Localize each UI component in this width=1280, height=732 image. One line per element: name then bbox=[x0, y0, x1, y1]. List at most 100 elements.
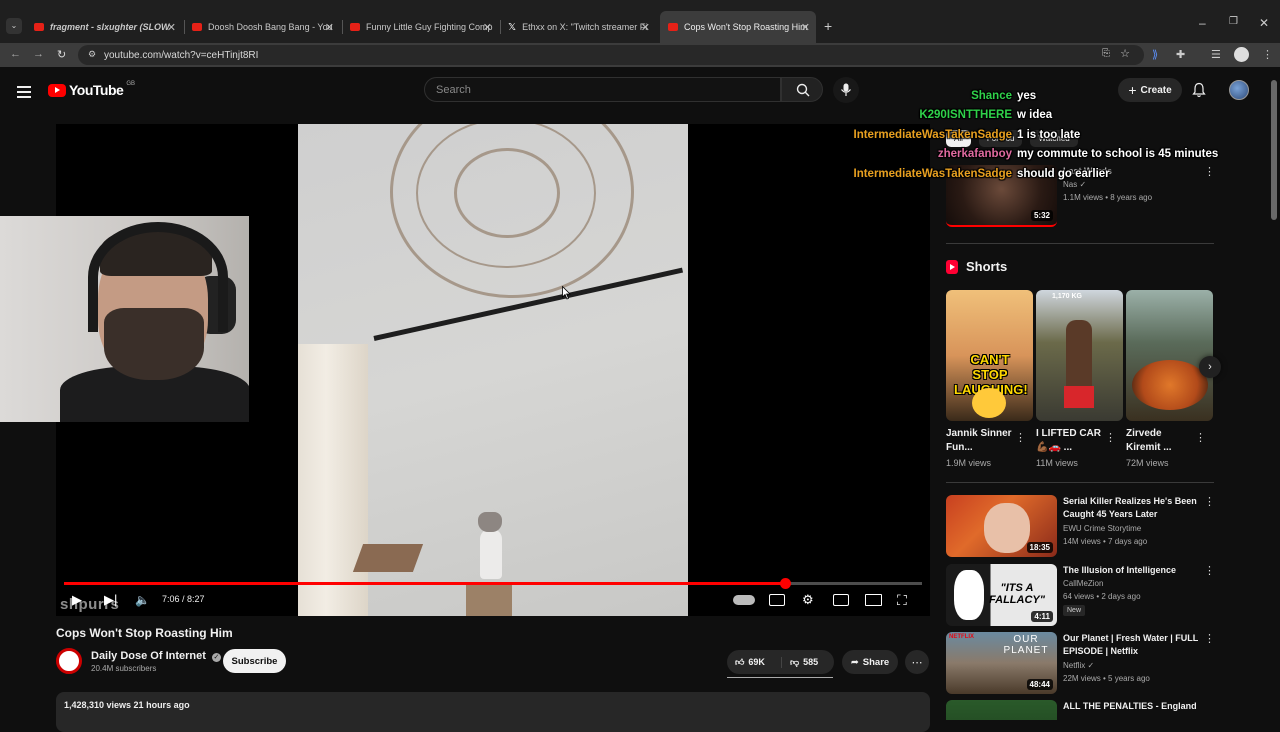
video-thumbnail[interactable]: OUR PLANET NETFLIX 48:44 bbox=[946, 632, 1057, 694]
window-close-icon[interactable]: ✕ bbox=[1259, 16, 1269, 30]
video-thumbnail[interactable]: 18:35 bbox=[946, 495, 1057, 557]
recommendation-item[interactable]: 18:35 Serial Killer Realizes He's Been C… bbox=[946, 495, 1215, 559]
site-info-icon[interactable]: ⚙ bbox=[88, 49, 96, 60]
dislike-button[interactable]: 👎︎ 585 bbox=[782, 657, 818, 668]
youtube-logo[interactable]: YouTube GB bbox=[48, 81, 135, 98]
search-input[interactable]: Search bbox=[424, 77, 781, 102]
back-icon[interactable]: ← bbox=[10, 48, 21, 60]
plus-icon: + bbox=[1128, 82, 1137, 98]
browser-tab[interactable]: Doosh Doosh Bang Bang - You ✕ bbox=[184, 14, 340, 40]
recommendation-channel[interactable]: EWU Crime Storytime bbox=[1063, 524, 1141, 533]
close-icon[interactable]: ✕ bbox=[483, 21, 492, 34]
next-icon[interactable]: ▶| bbox=[104, 592, 117, 608]
search-button[interactable] bbox=[781, 77, 823, 102]
more-vert-icon[interactable]: ⋮ bbox=[1015, 431, 1026, 444]
bookmark-star-icon[interactable]: ☆ bbox=[1120, 47, 1130, 60]
notifications-bell-icon[interactable] bbox=[1192, 82, 1206, 103]
channel-avatar[interactable] bbox=[56, 648, 82, 674]
recommendation-title[interactable]: Our Planet | Fresh Water | FULL EPISODE … bbox=[1063, 632, 1201, 658]
miniplayer-icon[interactable] bbox=[833, 594, 849, 606]
chat-text: 1 is too late bbox=[1017, 129, 1081, 141]
voice-search-button[interactable] bbox=[833, 77, 859, 103]
recommendation-channel[interactable]: CallMeZion bbox=[1063, 579, 1103, 588]
settings-gear-icon[interactable]: ⚙ bbox=[802, 592, 814, 608]
video-frame bbox=[298, 124, 688, 616]
scrubber-handle[interactable] bbox=[780, 578, 791, 589]
install-app-icon[interactable]: ⎘ bbox=[1102, 48, 1110, 59]
close-icon[interactable]: ✕ bbox=[325, 21, 334, 34]
more-vert-icon[interactable]: ⋮ bbox=[1204, 165, 1215, 178]
short-item[interactable]: 1,170 KG I LIFTED CAR 💪🏾🚗 ... 11M views … bbox=[1036, 290, 1124, 468]
subtitles-icon[interactable] bbox=[769, 594, 785, 606]
short-title[interactable]: I LIFTED CAR 💪🏾🚗 ... bbox=[1036, 427, 1106, 455]
like-dislike-group: 👍︎ 69K 👎︎ 585 bbox=[727, 650, 834, 674]
recommendation-title[interactable]: ALL THE PENALTIES - England bbox=[1063, 700, 1201, 713]
short-item[interactable]: Zirvede Kiremit ... 72M views ⋮ bbox=[1126, 290, 1214, 468]
channel-name[interactable]: Daily Dose Of Internet ✓ bbox=[91, 650, 221, 662]
minimize-icon[interactable]: – bbox=[1199, 16, 1206, 30]
short-item[interactable]: CAN'T STOP LAUGHING! Jannik Sinner Fun..… bbox=[946, 290, 1034, 468]
extensions-puzzle-icon[interactable]: ✚ bbox=[1176, 48, 1185, 61]
short-thumbnail[interactable]: 1,170 KG bbox=[1036, 290, 1123, 421]
subscribe-button[interactable]: Subscribe bbox=[223, 649, 286, 673]
create-button[interactable]: + Create bbox=[1118, 78, 1182, 102]
fullscreen-icon[interactable]: ⛶ bbox=[897, 592, 907, 608]
account-avatar[interactable] bbox=[1229, 80, 1249, 100]
recommendation-channel[interactable]: Netflix ✓ bbox=[1063, 661, 1094, 670]
play-icon[interactable]: ▶ bbox=[72, 592, 82, 608]
recommendation-meta: 14M views • 7 days ago bbox=[1063, 537, 1148, 546]
like-button[interactable]: 👍︎ 69K bbox=[727, 656, 782, 668]
browser-tab[interactable]: 𝕏 Ethxx on X: "Twitch streamer Fi ✕ bbox=[500, 14, 656, 40]
recommendation-meta: 22M views • 5 years ago bbox=[1063, 674, 1150, 683]
more-vert-icon[interactable]: ⋮ bbox=[1204, 564, 1215, 577]
short-title[interactable]: Zirvede Kiremit ... bbox=[1126, 427, 1196, 455]
page-scrollbar[interactable] bbox=[1271, 80, 1277, 220]
more-vert-icon[interactable]: ⋮ bbox=[1105, 431, 1116, 444]
forward-icon[interactable]: → bbox=[33, 48, 44, 60]
browser-tab[interactable]: Funny Little Guy Fighting Comp ✕ bbox=[342, 14, 498, 40]
close-icon[interactable]: ✕ bbox=[167, 21, 176, 34]
video-thumbnail[interactable] bbox=[946, 700, 1057, 720]
video-thumbnail[interactable]: "ITS A FALLACY" 4:11 bbox=[946, 564, 1057, 626]
new-tab-button[interactable]: + bbox=[824, 18, 832, 34]
more-vert-icon[interactable]: ⋮ bbox=[1204, 495, 1215, 508]
close-icon[interactable]: ✕ bbox=[641, 21, 650, 34]
browser-tab[interactable]: fragment - slxughter (SLOW ✕ bbox=[26, 14, 182, 40]
browser-menu-icon[interactable]: ⋮ bbox=[1262, 48, 1273, 61]
progress-played bbox=[64, 582, 785, 585]
recommendation-item[interactable]: ALL THE PENALTIES - England bbox=[946, 700, 1214, 720]
duration-badge: 18:35 bbox=[1026, 542, 1053, 553]
short-thumbnail[interactable]: CAN'T STOP LAUGHING! bbox=[946, 290, 1033, 421]
shorts-next-button[interactable]: › bbox=[1199, 356, 1221, 378]
restore-icon[interactable]: ❐ bbox=[1229, 16, 1238, 27]
extension-icon[interactable]: ⟫ bbox=[1152, 48, 1158, 61]
profile-avatar[interactable] bbox=[1234, 47, 1249, 62]
time-display: 7:06 / 8:27 bbox=[162, 594, 205, 604]
more-vert-icon[interactable]: ⋮ bbox=[1195, 431, 1206, 444]
short-title[interactable]: Jannik Sinner Fun... bbox=[946, 427, 1016, 455]
close-icon[interactable]: ✕ bbox=[801, 21, 810, 34]
tab-search-button[interactable]: ⌄ bbox=[6, 18, 22, 34]
recommendation-channel[interactable]: Nas ✓ bbox=[1063, 180, 1086, 189]
chat-username: IntermediateWasTakenSadge bbox=[853, 129, 1013, 141]
youtube-icon bbox=[192, 23, 202, 31]
address-bar[interactable]: ⚙ youtube.com/watch?v=ceHTinjt8RI ⎘ ☆ bbox=[78, 45, 1144, 65]
subscriber-count: 20.4M subscribers bbox=[91, 664, 157, 673]
recommendation-title[interactable]: The Illusion of Intelligence bbox=[1063, 564, 1201, 577]
share-button[interactable]: ➦ Share bbox=[842, 650, 898, 674]
recommendation-title[interactable]: Serial Killer Realizes He's Been Caught … bbox=[1063, 495, 1201, 521]
volume-icon[interactable]: 🔈 bbox=[135, 592, 150, 608]
description-box[interactable]: 1,428,310 views 21 hours ago bbox=[56, 692, 930, 732]
recommendation-item[interactable]: OUR PLANET NETFLIX 48:44 Our Planet | Fr… bbox=[946, 632, 1215, 696]
browser-tab-active[interactable]: Cops Won't Stop Roasting Him ✕ bbox=[660, 11, 816, 43]
short-thumbnail[interactable] bbox=[1126, 290, 1213, 421]
reload-icon[interactable]: ↻ bbox=[57, 48, 66, 61]
recommendation-item[interactable]: "ITS A FALLACY" 4:11 The Illusion of Int… bbox=[946, 564, 1215, 628]
more-actions-button[interactable]: ⋯ bbox=[905, 650, 929, 674]
autoplay-toggle[interactable] bbox=[733, 595, 755, 605]
hamburger-menu-icon[interactable] bbox=[17, 83, 31, 101]
theater-mode-icon[interactable] bbox=[865, 594, 882, 606]
more-vert-icon[interactable]: ⋮ bbox=[1204, 632, 1215, 645]
media-controls-icon[interactable]: ☰ bbox=[1211, 48, 1221, 61]
short-views: 1.9M views bbox=[946, 458, 992, 468]
